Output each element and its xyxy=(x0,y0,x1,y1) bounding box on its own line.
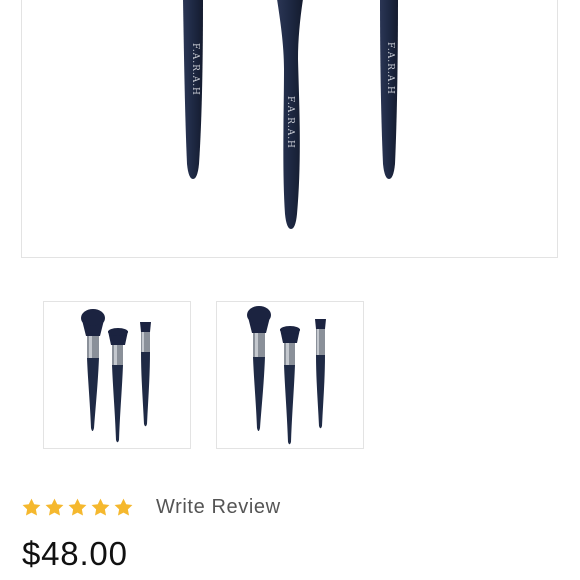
product-page: F.A.R.A.H F.A.R.A.H F.A.R.A.H Write Revi… xyxy=(0,0,580,580)
write-review-link[interactable]: Write Review xyxy=(156,496,281,519)
brush-set-thumbnail-icon xyxy=(247,306,326,445)
star-icon xyxy=(22,498,41,516)
rating-row: Write Review xyxy=(21,493,281,521)
brand-mark-right: F.A.R.A.H xyxy=(385,42,395,95)
star-icon xyxy=(45,498,64,516)
star-icon xyxy=(91,498,110,516)
rating-stars xyxy=(21,497,134,518)
brush-set-thumbnail-icon xyxy=(81,309,151,443)
brand-mark-left: F.A.R.A.H xyxy=(190,43,200,96)
product-price: $48.00 xyxy=(22,535,128,572)
product-main-image[interactable]: F.A.R.A.H F.A.R.A.H F.A.R.A.H xyxy=(21,0,558,258)
star-icon xyxy=(114,498,133,516)
gallery-thumbnail-2[interactable] xyxy=(216,301,364,449)
star-icon xyxy=(68,498,87,516)
brush-set-image: F.A.R.A.H F.A.R.A.H F.A.R.A.H xyxy=(183,0,398,229)
gallery-thumbnail-1[interactable] xyxy=(43,301,191,449)
brand-mark-center: F.A.R.A.H xyxy=(285,96,295,149)
